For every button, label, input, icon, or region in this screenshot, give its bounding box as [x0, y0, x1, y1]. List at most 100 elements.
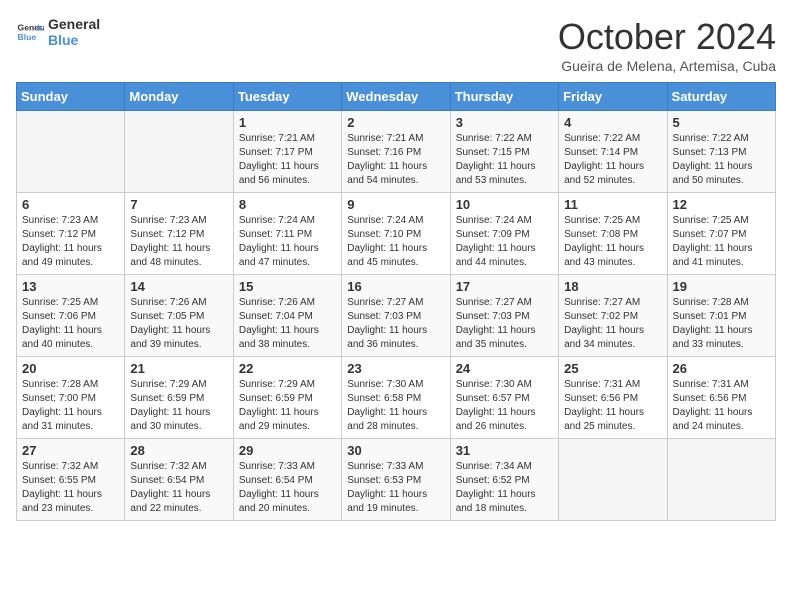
- day-info: Sunrise: 7:31 AMSunset: 6:56 PMDaylight:…: [564, 378, 661, 434]
- day-number: 22: [239, 361, 336, 376]
- calendar-cell: 14Sunrise: 7:26 AMSunset: 7:05 PMDayligh…: [125, 275, 233, 357]
- calendar-cell: 6 Sunrise: 7:23 AMSunset: 7:12 PMDaylight…: [17, 193, 125, 275]
- calendar-week-row: 1 Sunrise: 7:21 AMSunset: 7:17 PMDaylight…: [17, 111, 776, 193]
- day-header-tuesday: Tuesday: [233, 83, 341, 111]
- day-header-friday: Friday: [559, 83, 667, 111]
- day-info: Sunrise: 7:22 AMSunset: 7:15 PMDaylight:…: [456, 132, 553, 188]
- calendar-cell: [125, 111, 233, 193]
- day-info: Sunrise: 7:27 AMSunset: 7:03 PMDaylight:…: [456, 296, 553, 352]
- day-number: 9: [347, 197, 444, 212]
- day-number: 19: [673, 279, 770, 294]
- day-number: 13: [22, 279, 119, 294]
- calendar-cell: [559, 439, 667, 521]
- calendar-cell: 10Sunrise: 7:24 AMSunset: 7:09 PMDayligh…: [450, 193, 558, 275]
- day-header-thursday: Thursday: [450, 83, 558, 111]
- day-info: Sunrise: 7:25 AMSunset: 7:08 PMDaylight:…: [564, 214, 661, 270]
- day-number: 12: [673, 197, 770, 212]
- logo-general: General: [48, 16, 100, 32]
- day-info: Sunrise: 7:25 AMSunset: 7:06 PMDaylight:…: [22, 296, 119, 352]
- calendar-week-row: 13 Sunrise: 7:25 AMSunset: 7:06 PMDayligh…: [17, 275, 776, 357]
- calendar-cell: 30Sunrise: 7:33 AMSunset: 6:53 PMDayligh…: [342, 439, 450, 521]
- calendar-cell: 29Sunrise: 7:33 AMSunset: 6:54 PMDayligh…: [233, 439, 341, 521]
- calendar-cell: 28 Sunrise: 7:32 AMSunset: 6:54 PMDayligh…: [125, 439, 233, 521]
- day-number: 6: [22, 197, 119, 212]
- day-number: 30: [347, 443, 444, 458]
- day-number: 7: [130, 197, 227, 212]
- calendar-table: SundayMondayTuesdayWednesdayThursdayFrid…: [16, 82, 776, 521]
- day-number: 31: [456, 443, 553, 458]
- calendar-cell: 21Sunrise: 7:29 AMSunset: 6:59 PMDayligh…: [125, 357, 233, 439]
- day-number: 4: [564, 115, 661, 130]
- page-header: General Blue General Blue October 2024 G…: [16, 16, 776, 74]
- day-number: 15: [239, 279, 336, 294]
- day-number: 10: [456, 197, 553, 212]
- day-info: Sunrise: 7:24 AMSunset: 7:11 PMDaylight:…: [239, 214, 336, 270]
- calendar-cell: 5 Sunrise: 7:22 AMSunset: 7:13 PMDaylight…: [667, 111, 775, 193]
- day-info: Sunrise: 7:22 AMSunset: 7:13 PMDaylight:…: [673, 132, 770, 188]
- logo-icon: General Blue: [16, 18, 44, 46]
- calendar-cell: 13 Sunrise: 7:25 AMSunset: 7:06 PMDayligh…: [17, 275, 125, 357]
- calendar-cell: 22 Sunrise: 7:29 AMSunset: 6:59 PMDayligh…: [233, 357, 341, 439]
- day-number: 3: [456, 115, 553, 130]
- day-number: 26: [673, 361, 770, 376]
- day-number: 8: [239, 197, 336, 212]
- day-header-saturday: Saturday: [667, 83, 775, 111]
- day-number: 1: [239, 115, 336, 130]
- day-info: Sunrise: 7:21 AMSunset: 7:17 PMDaylight:…: [239, 132, 336, 188]
- calendar-week-row: 6 Sunrise: 7:23 AMSunset: 7:12 PMDaylight…: [17, 193, 776, 275]
- day-header-monday: Monday: [125, 83, 233, 111]
- day-info: Sunrise: 7:26 AMSunset: 7:05 PMDaylight:…: [130, 296, 227, 352]
- calendar-cell: 19 Sunrise: 7:28 AMSunset: 7:01 PMDayligh…: [667, 275, 775, 357]
- day-number: 5: [673, 115, 770, 130]
- day-info: Sunrise: 7:30 AMSunset: 6:58 PMDaylight:…: [347, 378, 444, 434]
- calendar-cell: 25 Sunrise: 7:31 AMSunset: 6:56 PMDayligh…: [559, 357, 667, 439]
- day-header-sunday: Sunday: [17, 83, 125, 111]
- calendar-cell: 20Sunrise: 7:28 AMSunset: 7:00 PMDayligh…: [17, 357, 125, 439]
- calendar-cell: 24Sunrise: 7:30 AMSunset: 6:57 PMDayligh…: [450, 357, 558, 439]
- day-number: 18: [564, 279, 661, 294]
- day-info: Sunrise: 7:23 AMSunset: 7:12 PMDaylight:…: [130, 214, 227, 270]
- day-info: Sunrise: 7:29 AMSunset: 6:59 PMDaylight:…: [239, 378, 336, 434]
- day-info: Sunrise: 7:31 AMSunset: 6:56 PMDaylight:…: [673, 378, 770, 434]
- calendar-header-row: SundayMondayTuesdayWednesdayThursdayFrid…: [17, 83, 776, 111]
- calendar-cell: 4 Sunrise: 7:22 AMSunset: 7:14 PMDaylight…: [559, 111, 667, 193]
- svg-text:Blue: Blue: [18, 32, 37, 42]
- day-info: Sunrise: 7:21 AMSunset: 7:16 PMDaylight:…: [347, 132, 444, 188]
- day-info: Sunrise: 7:22 AMSunset: 7:14 PMDaylight:…: [564, 132, 661, 188]
- day-info: Sunrise: 7:32 AMSunset: 6:54 PMDaylight:…: [130, 460, 227, 516]
- calendar-cell: 9 Sunrise: 7:24 AMSunset: 7:10 PMDaylight…: [342, 193, 450, 275]
- day-info: Sunrise: 7:26 AMSunset: 7:04 PMDaylight:…: [239, 296, 336, 352]
- calendar-cell: 17 Sunrise: 7:27 AMSunset: 7:03 PMDayligh…: [450, 275, 558, 357]
- calendar-cell: [17, 111, 125, 193]
- day-info: Sunrise: 7:23 AMSunset: 7:12 PMDaylight:…: [22, 214, 119, 270]
- day-info: Sunrise: 7:28 AMSunset: 7:01 PMDaylight:…: [673, 296, 770, 352]
- logo: General Blue General Blue: [16, 16, 100, 48]
- day-info: Sunrise: 7:24 AMSunset: 7:10 PMDaylight:…: [347, 214, 444, 270]
- calendar-cell: 11 Sunrise: 7:25 AMSunset: 7:08 PMDayligh…: [559, 193, 667, 275]
- day-number: 27: [22, 443, 119, 458]
- day-number: 28: [130, 443, 227, 458]
- calendar-cell: 31 Sunrise: 7:34 AMSunset: 6:52 PMDayligh…: [450, 439, 558, 521]
- day-number: 16: [347, 279, 444, 294]
- day-number: 25: [564, 361, 661, 376]
- day-info: Sunrise: 7:27 AMSunset: 7:02 PMDaylight:…: [564, 296, 661, 352]
- calendar-cell: [667, 439, 775, 521]
- day-number: 17: [456, 279, 553, 294]
- calendar-cell: 16 Sunrise: 7:27 AMSunset: 7:03 PMDayligh…: [342, 275, 450, 357]
- day-info: Sunrise: 7:27 AMSunset: 7:03 PMDaylight:…: [347, 296, 444, 352]
- calendar-cell: 2Sunrise: 7:21 AMSunset: 7:16 PMDaylight…: [342, 111, 450, 193]
- day-info: Sunrise: 7:34 AMSunset: 6:52 PMDaylight:…: [456, 460, 553, 516]
- calendar-cell: 8 Sunrise: 7:24 AMSunset: 7:11 PMDaylight…: [233, 193, 341, 275]
- calendar-week-row: 20Sunrise: 7:28 AMSunset: 7:00 PMDayligh…: [17, 357, 776, 439]
- calendar-cell: 23 Sunrise: 7:30 AMSunset: 6:58 PMDayligh…: [342, 357, 450, 439]
- day-number: 24: [456, 361, 553, 376]
- day-number: 23: [347, 361, 444, 376]
- calendar-cell: 26 Sunrise: 7:31 AMSunset: 6:56 PMDayligh…: [667, 357, 775, 439]
- day-info: Sunrise: 7:29 AMSunset: 6:59 PMDaylight:…: [130, 378, 227, 434]
- calendar-cell: 1 Sunrise: 7:21 AMSunset: 7:17 PMDaylight…: [233, 111, 341, 193]
- logo-blue: Blue: [48, 32, 100, 48]
- title-block: October 2024 Gueira de Melena, Artemisa,…: [558, 16, 776, 74]
- calendar-week-row: 27Sunrise: 7:32 AMSunset: 6:55 PMDayligh…: [17, 439, 776, 521]
- day-number: 11: [564, 197, 661, 212]
- location-subtitle: Gueira de Melena, Artemisa, Cuba: [558, 58, 776, 74]
